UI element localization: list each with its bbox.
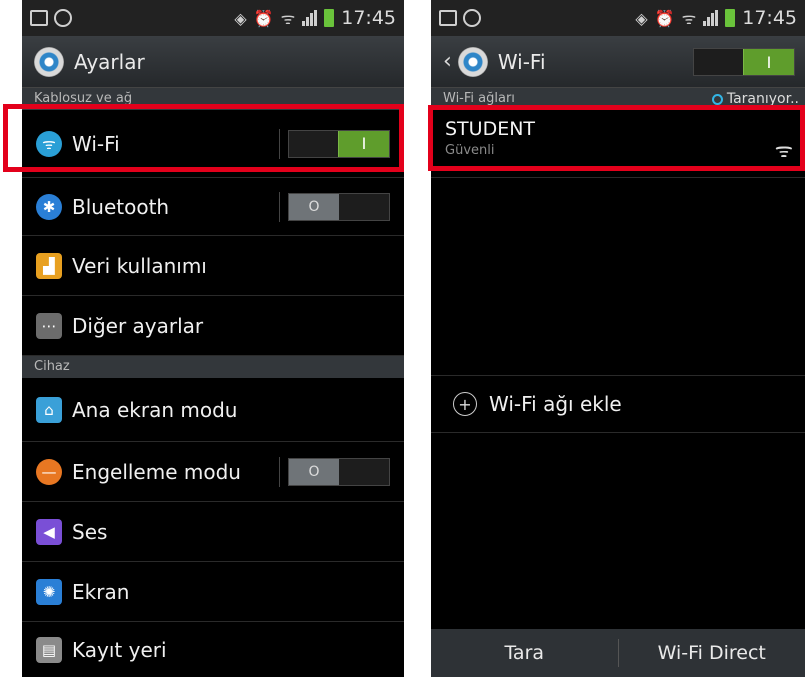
settings-item-blocking-mode[interactable]: — Engelleme modu O <box>22 442 404 502</box>
alarm-icon: ⏰ <box>253 8 274 28</box>
data-usage-icon: ▟ <box>36 252 62 279</box>
settings-item-bluetooth[interactable]: ✱ Bluetooth O <box>22 178 404 236</box>
whatsapp-notification-icon <box>463 9 481 27</box>
highlight-wifi-row <box>3 104 404 172</box>
bluetooth-icon: ✱ <box>36 193 62 220</box>
settings-item-label: Diğer ayarlar <box>72 313 204 338</box>
home-icon: ⌂ <box>36 396 62 423</box>
battery-icon <box>324 9 335 27</box>
settings-item-label: Ekran <box>72 579 130 604</box>
display-icon: ✺ <box>36 578 62 605</box>
gallery-notification-icon <box>439 10 457 26</box>
settings-item-label: Ana ekran modu <box>72 397 238 422</box>
section-header-device: Cihaz <box>22 356 404 378</box>
settings-item-more[interactable]: ⋯ Diğer ayarlar <box>22 296 404 356</box>
nfc-icon: ◈ <box>234 8 247 28</box>
toggle-knob-off: O <box>289 458 339 485</box>
settings-gear-icon <box>34 46 64 77</box>
highlight-network-row <box>428 105 805 171</box>
settings-screen: ◈ ⏰ ᯤ 17:45 Ayarlar Kablosuz ve ağ ᯤ Wi-… <box>22 0 404 677</box>
status-bar: ◈ ⏰ ᯤ 17:45 <box>22 0 404 36</box>
action-bar: Ayarlar <box>22 36 404 88</box>
settings-item-sound[interactable]: ◀ Ses <box>22 502 404 562</box>
back-chevron-icon[interactable]: ‹ <box>443 49 452 74</box>
settings-item-storage[interactable]: ▤ Kayıt yeri <box>22 622 404 677</box>
settings-gear-icon <box>457 46 488 77</box>
settings-item-label: Veri kullanımı <box>72 253 207 278</box>
settings-item-label: Kayıt yeri <box>72 637 167 662</box>
signal-icon <box>703 10 719 26</box>
toggle-knob-off: O <box>289 193 339 220</box>
settings-item-label: Ses <box>72 519 108 544</box>
alarm-icon: ⏰ <box>654 8 675 28</box>
wifi-master-toggle[interactable]: I <box>693 48 795 76</box>
scan-button[interactable]: Tara <box>431 629 618 677</box>
settings-item-label: Engelleme modu <box>72 459 241 484</box>
settings-item-label: Bluetooth <box>72 194 170 219</box>
toggle-knob-on: I <box>743 49 794 75</box>
whatsapp-notification-icon <box>54 9 72 27</box>
settings-item-home-screen[interactable]: ⌂ Ana ekran modu <box>22 378 404 442</box>
clock: 17:45 <box>742 7 797 29</box>
block-icon: — <box>36 458 62 485</box>
gallery-notification-icon <box>30 10 48 26</box>
settings-item-data-usage[interactable]: ▟ Veri kullanımı <box>22 236 404 296</box>
storage-icon: ▤ <box>36 636 62 663</box>
divider <box>279 456 280 487</box>
more-icon: ⋯ <box>36 312 62 339</box>
add-network-label: Wi-Fi ağı ekle <box>489 392 622 416</box>
sound-icon: ◀ <box>36 518 62 545</box>
bottom-action-bar: Tara Wi-Fi Direct <box>431 629 805 677</box>
page-title: Wi-Fi <box>497 49 546 74</box>
divider <box>279 191 280 222</box>
plus-icon: + <box>453 392 477 416</box>
status-bar: ◈ ⏰ ᯤ 17:45 <box>431 0 805 36</box>
signal-icon <box>302 10 318 26</box>
wifi-status-icon: ᯤ <box>681 9 697 28</box>
bluetooth-toggle[interactable]: O <box>288 192 390 221</box>
wifi-status-icon: ᯤ <box>280 9 296 28</box>
battery-icon <box>725 9 736 27</box>
nfc-icon: ◈ <box>635 8 648 28</box>
add-network-button[interactable]: + Wi-Fi ağı ekle <box>431 375 805 433</box>
wifi-screen: ◈ ⏰ ᯤ 17:45 ‹ Wi-Fi I Wi-Fi ağları Taran… <box>431 0 805 677</box>
blocking-mode-toggle[interactable]: O <box>288 457 390 486</box>
clock: 17:45 <box>341 7 396 29</box>
wifi-direct-button[interactable]: Wi-Fi Direct <box>619 629 805 677</box>
settings-item-display[interactable]: ✺ Ekran <box>22 562 404 622</box>
page-title: Ayarlar <box>74 49 145 74</box>
scanning-spinner-icon <box>711 93 723 105</box>
